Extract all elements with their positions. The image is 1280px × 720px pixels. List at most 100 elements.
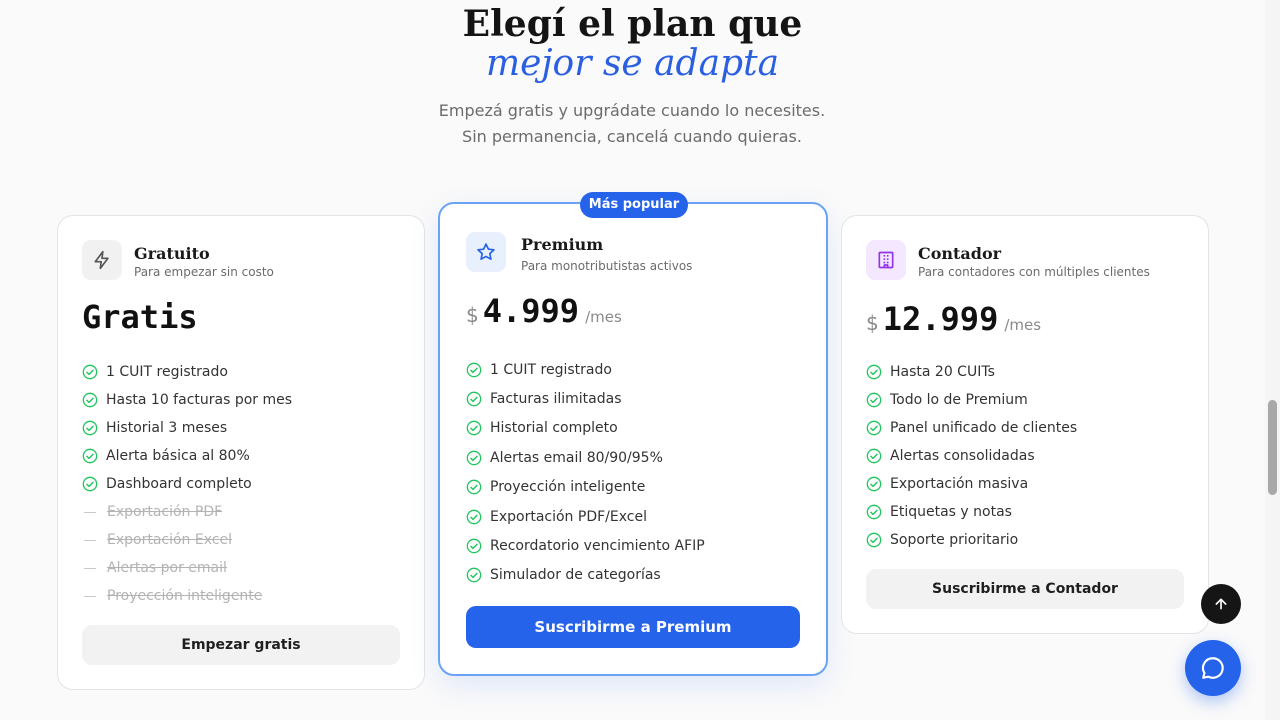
feature-label: Proyección inteligente <box>107 588 263 604</box>
page-subtitle: Empezá gratis y upgrádate cuando lo nece… <box>438 101 826 146</box>
scroll-to-top-button[interactable] <box>1201 584 1241 624</box>
feature-label: Hasta 10 facturas por mes <box>106 392 293 408</box>
feature-item: Exportación masiva <box>866 470 1077 498</box>
feature-label: Alertas por email <box>107 560 227 576</box>
feature-item: Historial completo <box>466 414 705 443</box>
check-circle-icon <box>866 420 882 436</box>
feature-item: Proyección inteligente <box>82 582 292 610</box>
plan-description: Para monotributistas activos <box>521 259 693 273</box>
feature-label: Soporte prioritario <box>890 532 1019 548</box>
feature-label: Alertas consolidadas <box>890 448 1035 464</box>
feature-item: 1 CUIT registrado <box>82 358 292 386</box>
check-circle-icon <box>466 568 482 583</box>
feature-item: Exportación Excel <box>82 526 292 554</box>
price-amount: Gratis <box>82 298 198 336</box>
price-currency: $ <box>466 303 479 327</box>
dash-icon <box>84 539 96 541</box>
check-circle-icon <box>866 392 882 408</box>
feature-item: Simulador de categorías <box>466 561 705 590</box>
plan-card-gratuito: Gratuito Para empezar sin costo Gratis 1… <box>57 215 425 690</box>
feature-label: Etiquetas y notas <box>890 504 1012 520</box>
dash-icon <box>84 511 96 513</box>
scrollbar-track[interactable] <box>1265 0 1280 720</box>
feature-label: Facturas ilimitadas <box>490 391 622 408</box>
feature-item: Dashboard completo <box>82 470 292 498</box>
plan-card-premium: Más popular Premium Para monotributistas… <box>438 192 828 676</box>
feature-label: Hasta 20 CUITs <box>890 364 995 380</box>
feature-item: Hasta 20 CUITs <box>866 358 1077 386</box>
plan-description: Para contadores con múltiples clientes <box>918 265 1150 279</box>
price-period: /mes <box>585 308 622 326</box>
page-title: Elegí el plan que <box>462 3 803 45</box>
plan-name: Premium <box>521 235 604 254</box>
feature-item: Exportación PDF <box>82 498 292 526</box>
check-circle-icon <box>82 448 98 464</box>
feature-label: Simulador de categorías <box>490 567 661 584</box>
check-circle-icon <box>866 504 882 520</box>
check-circle-icon <box>466 479 482 495</box>
feature-item: 1 CUIT registrado <box>466 355 705 384</box>
plan-price: $ 12.999 /mes <box>866 300 1041 338</box>
check-circle-icon <box>82 392 98 408</box>
check-circle-icon <box>466 421 482 436</box>
dash-icon <box>84 595 96 597</box>
star-icon <box>466 232 506 272</box>
feature-label: Historial completo <box>490 420 618 437</box>
feature-item: Panel unificado de clientes <box>866 414 1077 442</box>
feature-item: Alertas por email <box>82 554 292 582</box>
feature-item: Alertas consolidadas <box>866 442 1077 470</box>
feature-item: Etiquetas y notas <box>866 498 1077 526</box>
subscribe-contador-button[interactable]: Suscribirme a Contador <box>866 569 1184 609</box>
feature-label: Exportación masiva <box>890 476 1029 492</box>
feature-item: Alertas email 80/90/95% <box>466 443 705 472</box>
dash-icon <box>84 567 96 569</box>
price-amount: 12.999 <box>882 300 999 338</box>
feature-item: Todo lo de Premium <box>866 386 1077 414</box>
feature-label: Exportación PDF <box>107 504 223 520</box>
feature-label: Dashboard completo <box>106 476 252 492</box>
feature-label: 1 CUIT registrado <box>106 364 228 380</box>
check-circle-icon <box>82 476 98 492</box>
plan-card-contador: Contador Para contadores con múltiples c… <box>841 215 1209 634</box>
feature-list: 1 CUIT registrado Hasta 10 facturas por m… <box>82 358 292 610</box>
start-free-button[interactable]: Empezar gratis <box>82 625 400 665</box>
check-circle-icon <box>866 448 882 464</box>
feature-item: Exportación PDF/Excel <box>466 502 705 531</box>
price-period: /mes <box>1004 316 1042 334</box>
check-circle-icon <box>866 364 882 380</box>
subscribe-premium-button[interactable]: Suscribirme a Premium <box>466 606 800 648</box>
check-circle-icon <box>82 364 98 380</box>
feature-label: Historial 3 meses <box>106 420 228 436</box>
plan-price: Gratis <box>82 298 198 336</box>
feature-label: Exportación PDF/Excel <box>490 508 647 525</box>
lightning-icon <box>82 240 122 280</box>
feature-item: Alerta básica al 80% <box>82 442 292 470</box>
feature-item: Hasta 10 facturas por mes <box>82 386 292 414</box>
feature-label: 1 CUIT registrado <box>490 361 612 378</box>
feature-label: Panel unificado de clientes <box>890 420 1078 436</box>
feature-list: 1 CUIT registrado Facturas ilimitadas Hist… <box>466 355 705 590</box>
feature-item: Facturas ilimitadas <box>466 384 705 413</box>
feature-label: Proyección inteligente <box>490 479 646 496</box>
feature-label: Exportación Excel <box>107 532 232 548</box>
plan-name: Contador <box>918 244 1002 263</box>
feature-item: Recordatorio vencimiento AFIP <box>466 531 705 560</box>
chat-button[interactable] <box>1185 640 1241 696</box>
feature-label: Todo lo de Premium <box>890 392 1028 408</box>
popular-badge: Más popular <box>580 192 688 218</box>
page-title-accent: mejor se adapta <box>485 43 780 84</box>
check-circle-icon <box>466 450 482 466</box>
feature-list: Hasta 20 CUITs Todo lo de Premium Panel un… <box>866 358 1077 554</box>
plan-price: $ 4.999 /mes <box>466 292 622 330</box>
plan-name: Gratuito <box>134 244 210 263</box>
feature-item: Soporte prioritario <box>866 526 1077 554</box>
check-circle-icon <box>466 391 482 407</box>
check-circle-icon <box>466 362 482 378</box>
check-circle-icon <box>82 420 98 436</box>
arrow-up-icon <box>1215 598 1227 610</box>
check-circle-icon <box>866 532 882 548</box>
scrollbar-thumb[interactable] <box>1268 400 1277 495</box>
price-currency: $ <box>866 311 879 335</box>
feature-item: Proyección inteligente <box>466 473 705 502</box>
feature-label: Alerta básica al 80% <box>106 448 250 464</box>
